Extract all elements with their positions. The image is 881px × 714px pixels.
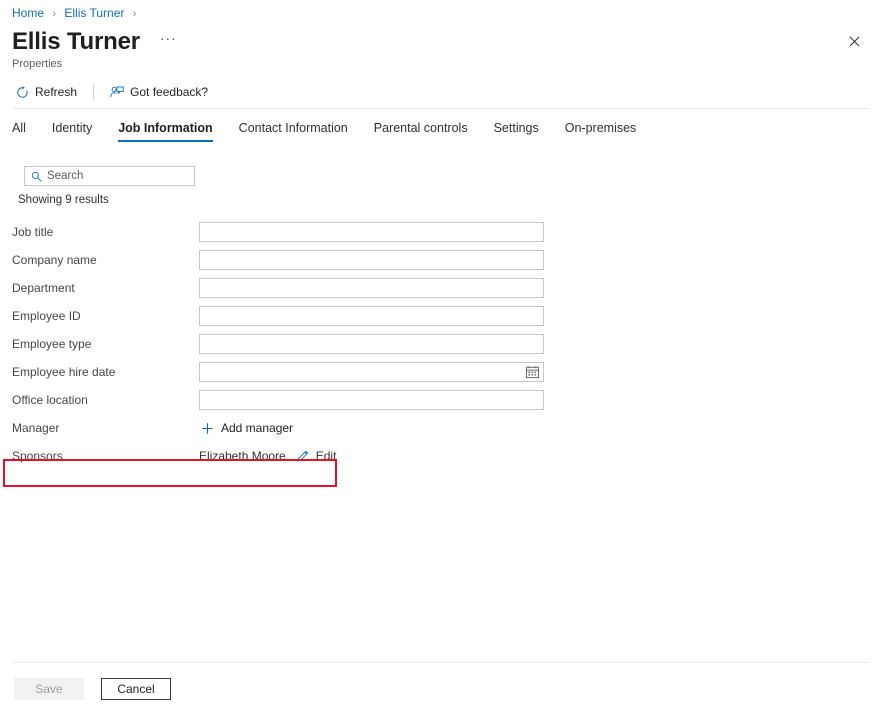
tab-contact-information[interactable]: Contact Information — [239, 120, 348, 142]
footer-divider — [12, 662, 869, 663]
field-label-manager: Manager — [12, 420, 199, 436]
tab-parental-controls[interactable]: Parental controls — [374, 120, 468, 142]
more-options-icon[interactable]: ··· — [156, 31, 181, 45]
job-title-input[interactable] — [199, 222, 544, 242]
tab-on-premises[interactable]: On-premises — [565, 120, 637, 142]
office-location-input[interactable] — [199, 390, 544, 410]
form-row-employee-hire-date: Employee hire date — [0, 358, 881, 386]
search-input[interactable] — [47, 170, 187, 182]
company-name-input[interactable] — [199, 250, 544, 270]
plus-icon — [201, 422, 214, 435]
close-icon — [849, 36, 860, 47]
sponsors-value: Elizabeth Moore — [199, 448, 286, 464]
form-row-manager: Manager Add manager — [0, 414, 881, 442]
field-label-employee-hire-date: Employee hire date — [12, 364, 199, 380]
breadcrumb: Home › Ellis Turner › — [12, 5, 141, 22]
tab-settings[interactable]: Settings — [494, 120, 539, 142]
employee-hire-date-input[interactable] — [199, 362, 544, 382]
breadcrumb-item-ellis-turner[interactable]: Ellis Turner — [64, 6, 124, 20]
employee-type-input[interactable] — [199, 334, 544, 354]
calendar-icon[interactable] — [526, 366, 539, 379]
save-button[interactable]: Save — [14, 678, 84, 700]
tab-job-information[interactable]: Job Information — [118, 120, 212, 142]
department-input[interactable] — [199, 278, 544, 298]
refresh-button[interactable]: Refresh — [14, 82, 79, 102]
field-label-job-title: Job title — [12, 224, 199, 240]
field-label-employee-type: Employee type — [12, 336, 199, 352]
close-button[interactable] — [843, 30, 865, 52]
form-row-employee-id: Employee ID — [0, 302, 881, 330]
breadcrumb-item-home[interactable]: Home — [12, 6, 44, 20]
field-label-company-name: Company name — [12, 252, 199, 268]
page-title: Ellis Turner — [12, 27, 140, 57]
breadcrumb-separator-icon: › — [133, 8, 137, 20]
command-bar: Refresh Got feedback? — [14, 82, 210, 102]
command-bar-divider — [93, 84, 94, 100]
breadcrumb-separator-icon: › — [52, 8, 56, 20]
tab-bar: All Identity Job Information Contact Inf… — [12, 120, 662, 150]
pencil-icon — [296, 449, 310, 463]
results-count: Showing 9 results — [18, 193, 109, 208]
form-row-employee-type: Employee type — [0, 330, 881, 358]
edit-sponsors-label: Edit — [316, 449, 337, 463]
add-manager-label: Add manager — [221, 421, 293, 435]
form-row-company-name: Company name — [0, 246, 881, 274]
field-label-sponsors: Sponsors — [12, 448, 199, 464]
header-divider — [12, 108, 869, 109]
tab-all[interactable]: All — [12, 120, 26, 142]
got-feedback-button[interactable]: Got feedback? — [108, 82, 210, 102]
field-label-office-location: Office location — [12, 392, 199, 408]
search-box[interactable] — [24, 166, 195, 186]
cancel-button[interactable]: Cancel — [101, 678, 171, 700]
field-label-employee-id: Employee ID — [12, 308, 199, 324]
add-manager-button[interactable]: Add manager — [199, 419, 295, 437]
got-feedback-label: Got feedback? — [130, 85, 208, 99]
form-row-office-location: Office location — [0, 386, 881, 414]
edit-sponsors-button[interactable]: Edit — [296, 449, 337, 463]
footer-actions: Save Cancel — [14, 678, 171, 700]
search-icon — [25, 171, 47, 182]
feedback-person-icon — [110, 86, 124, 99]
form-row-department: Department — [0, 274, 881, 302]
title-row: Ellis Turner ··· — [12, 27, 181, 57]
page-subtitle: Properties — [12, 57, 62, 71]
job-information-form: Job title Company name Department Employ… — [0, 218, 881, 470]
tab-identity[interactable]: Identity — [52, 120, 92, 142]
employee-id-input[interactable] — [199, 306, 544, 326]
form-row-job-title: Job title — [0, 218, 881, 246]
field-label-department: Department — [12, 280, 199, 296]
form-row-sponsors: Sponsors Elizabeth Moore Edit — [0, 442, 881, 470]
refresh-icon — [16, 86, 29, 99]
refresh-label: Refresh — [35, 85, 77, 99]
employee-hire-date-field[interactable] — [199, 362, 544, 382]
